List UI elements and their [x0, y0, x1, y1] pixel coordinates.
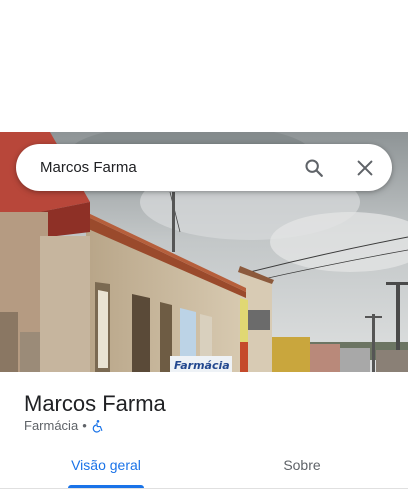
place-subtitle: Farmácia • [24, 418, 105, 434]
wheelchair-icon [91, 419, 105, 433]
separator-dot: • [82, 418, 87, 433]
search-bar[interactable]: Marcos Farma [16, 144, 392, 191]
place-title: Marcos Farma [24, 391, 166, 416]
farmacia-sign-text: Farmácia [174, 359, 230, 372]
active-tab-indicator [68, 485, 144, 488]
tab-overview[interactable]: Visão geral [60, 452, 152, 488]
search-icon[interactable] [303, 157, 325, 179]
place-panel: Marcos Farma Farmácia • Visão geral Sobr… [0, 372, 408, 504]
tab-about[interactable]: Sobre [262, 452, 342, 488]
place-category: Farmácia [24, 418, 79, 433]
top-blank-area [0, 0, 408, 132]
close-icon[interactable] [354, 157, 376, 179]
tab-bar: Visão geral Sobre [0, 452, 408, 489]
search-input[interactable]: Marcos Farma [40, 158, 137, 177]
